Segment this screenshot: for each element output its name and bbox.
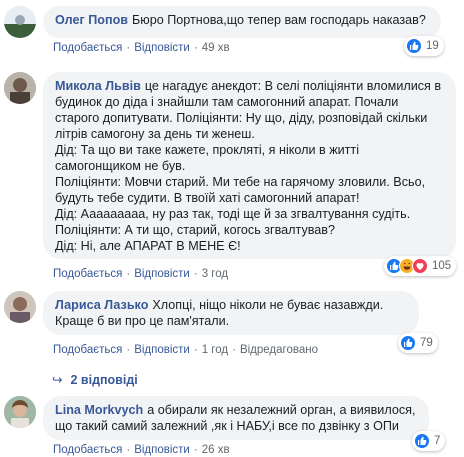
reaction-summary[interactable]: 19	[404, 36, 444, 56]
edited-label[interactable]: Відредаговано	[240, 344, 318, 356]
reaction-summary[interactable]: 105	[384, 256, 457, 276]
like-link[interactable]: Подобається	[53, 344, 122, 356]
comment-bubble: Lina Morkvych а обирали як незалежний орг…	[43, 396, 429, 440]
comment-actions: Подобається · Відповісти · 1 год · Відредагова…	[53, 344, 318, 356]
reply-link[interactable]: Відповісти	[134, 344, 190, 356]
comment-actions: Подобається · Відповісти · 26 хв	[53, 444, 230, 456]
like-icon	[406, 38, 422, 54]
comment-text: це нагадує анекдот: В селі поліціянти вл…	[55, 79, 442, 253]
comment-author[interactable]: Микола Львів	[55, 79, 141, 93]
like-icon	[414, 433, 430, 449]
comment-author[interactable]: Lina Morkvych	[55, 403, 143, 417]
comment-actions: Подобається · Відповісти · 3 год	[53, 268, 229, 280]
avatar[interactable]	[4, 396, 36, 428]
reaction-summary[interactable]: 79	[398, 333, 438, 353]
love-icon	[412, 258, 428, 274]
like-link[interactable]: Подобається	[53, 444, 122, 456]
replies-count: 2 відповіді	[70, 373, 138, 387]
timestamp[interactable]: 1 год	[202, 344, 228, 356]
avatar[interactable]	[4, 72, 36, 104]
reaction-count: 105	[432, 260, 452, 272]
reply-arrow-icon: ↪	[52, 373, 63, 387]
timestamp[interactable]: 49 хв	[202, 42, 230, 54]
comment-bubble: Лариса Лазько Хлопці, ніщо ніколи не бува…	[43, 291, 419, 335]
reaction-count: 79	[420, 337, 433, 349]
comment-actions: Подобається · Відповісти · 49 хв	[53, 42, 230, 54]
timestamp[interactable]: 3 год	[202, 268, 228, 280]
comment-text: Бюро Портнова,що тепер вам господарь нак…	[132, 13, 426, 27]
comment-author[interactable]: Олег Попов	[55, 13, 128, 27]
like-icon	[400, 335, 416, 351]
like-link[interactable]: Подобається	[53, 42, 122, 54]
comment-bubble: Олег Попов Бюро Портнова,що тепер вам гос…	[43, 6, 441, 38]
reaction-count: 7	[434, 435, 441, 447]
reaction-summary[interactable]: 7	[412, 431, 446, 451]
view-replies-link[interactable]: ↪ 2 відповіді	[52, 372, 138, 387]
avatar[interactable]	[4, 291, 36, 323]
comment-author[interactable]: Лариса Лазько	[55, 298, 148, 312]
reply-link[interactable]: Відповісти	[134, 268, 190, 280]
comment-bubble: Микола Львів це нагадує анекдот: В селі п…	[43, 72, 456, 259]
reply-link[interactable]: Відповісти	[134, 42, 190, 54]
timestamp[interactable]: 26 хв	[202, 444, 230, 456]
reply-link[interactable]: Відповісти	[134, 444, 190, 456]
avatar[interactable]	[4, 6, 36, 38]
reaction-count: 19	[426, 40, 439, 52]
like-link[interactable]: Подобається	[53, 268, 122, 280]
